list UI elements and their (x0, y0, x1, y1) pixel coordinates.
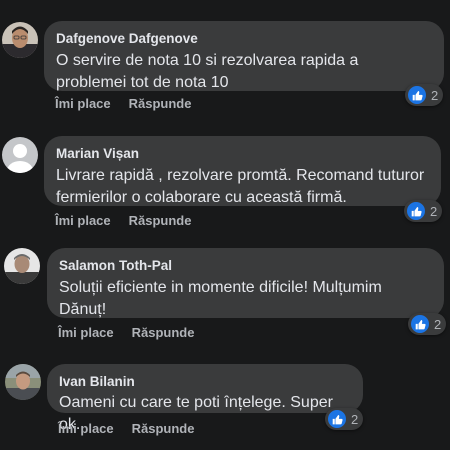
thumbs-up-icon (410, 314, 430, 334)
comments-section: Dafgenove Dafgenove O servire de nota 10… (0, 0, 450, 450)
reply-button[interactable]: Răspunde (132, 325, 195, 340)
comment-author[interactable]: Ivan Bilanin (59, 373, 351, 390)
comment-text: Soluții eficiente in momente dificile! M… (59, 279, 382, 318)
reaction-count: 2 (431, 87, 439, 103)
comment-author[interactable]: Marian Vișan (56, 145, 429, 162)
like-button[interactable]: Îmi place (55, 213, 111, 228)
reply-button[interactable]: Răspunde (129, 213, 192, 228)
like-button[interactable]: Îmi place (58, 325, 114, 340)
comment-text: Livrare rapidă , rezolvare promtă. Recom… (56, 167, 425, 206)
comment-actions: Îmi place Răspunde (55, 213, 191, 228)
avatar[interactable] (2, 22, 38, 58)
comment-actions: Îmi place Răspunde (55, 96, 191, 111)
reply-button[interactable]: Răspunde (129, 96, 192, 111)
avatar[interactable] (5, 364, 41, 400)
avatar[interactable] (2, 137, 38, 173)
reaction-count-badge[interactable]: 2 (405, 84, 444, 106)
reaction-count-badge[interactable]: 2 (404, 200, 443, 222)
reaction-count: 2 (434, 316, 442, 332)
comment-author[interactable]: Dafgenove Dafgenove (56, 30, 432, 47)
thumbs-up-icon (406, 201, 426, 221)
reaction-count-badge[interactable]: 2 (408, 313, 447, 335)
comment-text: O servire de nota 10 si rezolvarea rapid… (56, 52, 359, 91)
reply-button[interactable]: Răspunde (132, 421, 195, 436)
comment-author[interactable]: Salamon Toth-Pal (59, 257, 432, 274)
comment-bubble: Salamon Toth-Pal Soluții eficiente in mo… (47, 248, 444, 318)
comment-bubble: Marian Vișan Livrare rapidă , rezolvare … (44, 136, 441, 206)
comment-bubble: Dafgenove Dafgenove O servire de nota 10… (44, 21, 444, 91)
avatar[interactable] (4, 248, 40, 284)
like-button[interactable]: Îmi place (58, 421, 114, 436)
reaction-count-badge[interactable]: 2 (325, 408, 364, 430)
like-button[interactable]: Îmi place (55, 96, 111, 111)
reaction-count: 2 (430, 203, 438, 219)
thumbs-up-icon (327, 409, 347, 429)
comment-actions: Îmi place Răspunde (58, 421, 194, 436)
thumbs-up-icon (407, 85, 427, 105)
comment-bubble: Ivan Bilanin Oameni cu care te poti înțe… (47, 364, 363, 433)
comment-actions: Îmi place Răspunde (58, 325, 194, 340)
reaction-count: 2 (351, 411, 359, 427)
